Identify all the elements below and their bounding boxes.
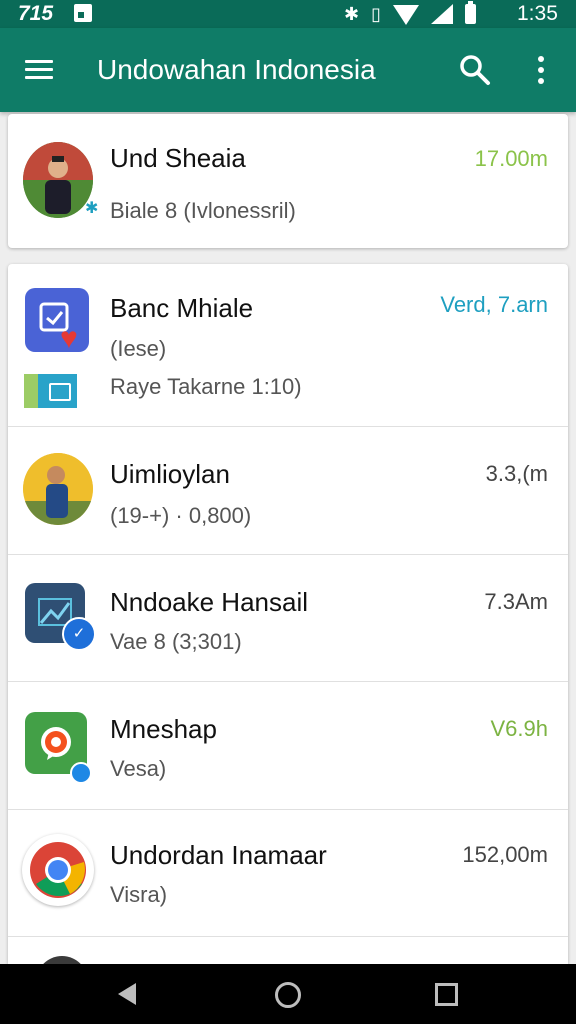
list-item[interactable]: ✓ Nndoake Hansail Vae 8 (3;301) 7.3Am — [8, 555, 568, 682]
app-bar: Undowahan Indonesia — [0, 28, 576, 112]
list-item[interactable]: ♥ Banc Mhiale (Iese) Raye Takarne 1:10) … — [8, 264, 568, 427]
nav-bar — [0, 964, 576, 1024]
item-time: Verd, 7.arn — [440, 292, 548, 317]
item-name: Nndoake Hansail — [110, 587, 309, 617]
item-name: Uimlioylan — [110, 459, 230, 489]
chrome-icon — [22, 834, 94, 906]
item-subtitle: (19-+) · 0,800) — [110, 503, 252, 528]
twitter-badge-icon: ✓ — [62, 617, 96, 651]
list-item[interactable]: Uimlioylan (19-+) · 0,800) 3.3,(m — [8, 427, 568, 555]
menu-icon[interactable] — [25, 58, 53, 82]
conversation-list: ♥ Banc Mhiale (Iese) Raye Takarne 1:10) … — [8, 264, 568, 964]
item-time: 3.3,(m — [485, 461, 548, 486]
item-time: 17.00m — [474, 146, 548, 171]
recents-icon[interactable] — [435, 983, 458, 1006]
item-time: 152,00m — [462, 842, 548, 867]
wifi-icon — [393, 5, 419, 25]
status-icons: ✱ ▯ — [344, 1, 476, 27]
notification-icon — [74, 4, 92, 22]
app-title: Undowahan Indonesia — [97, 54, 376, 85]
battery-icon — [465, 1, 476, 24]
more-vert-icon[interactable] — [530, 54, 552, 88]
divider — [8, 936, 568, 937]
signal-icon — [431, 4, 453, 24]
list-item[interactable]: ✱ Und Sheaia Biale 8 (Ivlonessril) 17.00… — [8, 114, 568, 248]
item-time: 7.3Am — [484, 589, 548, 614]
item-name: Und Sheaia — [110, 143, 246, 173]
avatar — [23, 142, 93, 218]
message-app-icon — [24, 374, 77, 408]
back-icon[interactable] — [118, 983, 136, 1005]
item-subtitle: (Iese) — [110, 336, 167, 361]
item-time: V6.9h — [490, 716, 549, 741]
status-clock: 1:35 — [517, 2, 558, 25]
item-subtitle: Vesa) — [110, 756, 167, 781]
home-icon[interactable] — [275, 982, 301, 1008]
item-subtitle: Biale 8 (Ivlonessril) — [110, 198, 296, 223]
item-name: Undordan Inamaar — [110, 840, 327, 870]
status-bar: 715 ✱ ▯ 1:35 — [0, 0, 576, 28]
item-subtitle-secondary: Raye Takarne 1:10) — [110, 374, 302, 399]
sync-badge-icon: ✱ — [85, 200, 99, 217]
heart-badge-icon: ♥ — [60, 322, 78, 355]
vibrate-icon: ▯ — [371, 4, 381, 24]
item-subtitle: Vae 8 (3;301) — [110, 629, 242, 654]
status-left-text: 715 — [18, 2, 54, 25]
search-icon[interactable] — [457, 52, 493, 88]
list-item[interactable]: Undordan Inamaar Visra) 152,00m — [8, 810, 568, 937]
conversation-card-top: ✱ Und Sheaia Biale 8 (Ivlonessril) 17.00… — [8, 114, 568, 248]
item-name: Mneshap — [110, 714, 217, 744]
checkbox-app-icon — [25, 288, 89, 352]
item-name: Banc Mhiale — [110, 293, 254, 323]
nfc-icon: ✱ — [344, 4, 360, 24]
avatar — [23, 453, 93, 525]
avatar-partial — [36, 956, 88, 964]
list-item[interactable]: Mneshap Vesa) V6.9h — [8, 682, 568, 810]
online-badge-icon — [70, 762, 92, 784]
item-subtitle: Visra) — [110, 882, 168, 907]
